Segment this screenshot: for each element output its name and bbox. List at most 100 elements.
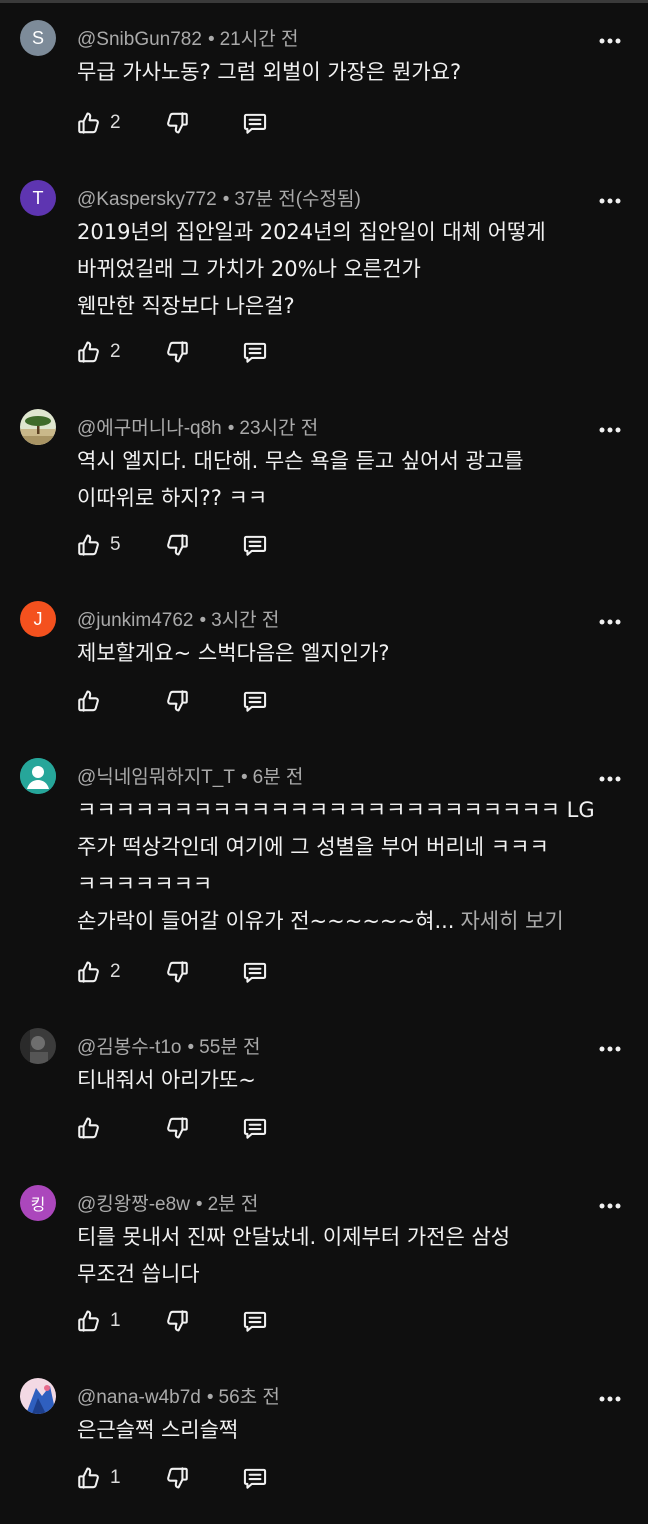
comment-actions: 1 [76, 1463, 336, 1493]
dislike-button[interactable] [164, 957, 190, 987]
reply-button[interactable] [242, 1463, 268, 1493]
thumb-down-icon [164, 1465, 190, 1491]
comment-actions: 2 [76, 337, 336, 367]
comment-author[interactable]: @닉네임뭐하지T_T [77, 767, 235, 788]
thumb-down-icon [164, 532, 190, 558]
avatar[interactable]: 킹 [20, 1185, 56, 1221]
avatar[interactable] [20, 1028, 56, 1064]
dislike-button[interactable] [164, 337, 190, 367]
like-button[interactable]: 2 [76, 337, 121, 367]
like-button[interactable] [76, 1113, 110, 1143]
dislike-button[interactable] [164, 108, 190, 138]
comment-actions: 2 [76, 957, 336, 987]
comment-meta: @김봉수-t1o • 55분 전 [77, 1032, 261, 1059]
comment-time[interactable]: 2분 전 [208, 1194, 259, 1215]
avatar-letter: S [31, 27, 44, 48]
reply-icon [242, 110, 268, 136]
comment-author[interactable]: @에구머니나-q8h [77, 418, 222, 439]
avatar[interactable] [20, 409, 56, 445]
comment-line: ㅋㅋㅋㅋㅋㅋㅋㅋㅋㅋㅋㅋㅋㅋㅋㅋㅋㅋㅋㅋㅋㅋㅋㅋㅋ LG [77, 798, 595, 822]
reply-icon [242, 1465, 268, 1491]
reply-button[interactable] [242, 1306, 268, 1336]
comment-line: 제보할게요~ 스벅다음은 엘지인가? [77, 641, 390, 665]
comment-author[interactable]: @nana-w4b7d [77, 1387, 201, 1408]
like-button[interactable]: 2 [76, 957, 121, 987]
avatar[interactable]: S [20, 20, 56, 56]
avatar[interactable]: J [20, 601, 56, 637]
comment-author[interactable]: @킹왕짱-e8w [77, 1194, 190, 1215]
more-vertical-icon[interactable] [596, 421, 624, 433]
avatar[interactable] [20, 758, 56, 794]
dislike-button[interactable] [164, 530, 190, 560]
like-button[interactable] [76, 686, 110, 716]
meta-separator: • [206, 1387, 214, 1408]
reply-button[interactable] [242, 686, 268, 716]
like-count: 1 [110, 1467, 121, 1488]
comment-author[interactable]: @junkim4762 [77, 610, 193, 631]
reply-button[interactable] [242, 957, 268, 987]
comment-line: 손가락이 들어갈 이유가 전~~~~~~혀... 자세히 보기 [77, 903, 607, 940]
comment-line: 무조건 씁니다 [77, 1262, 200, 1286]
meta-separator: • [187, 1037, 195, 1058]
thumb-up-icon [76, 1465, 102, 1491]
more-vertical-icon[interactable] [596, 1390, 624, 1402]
comment-text: 티내줘서 아리가또~ [77, 1062, 607, 1099]
comment-time[interactable]: 6분 전 [253, 767, 304, 788]
reply-button[interactable] [242, 1113, 268, 1143]
reply-icon [242, 1115, 268, 1141]
comment-actions [76, 686, 336, 716]
comment-text: 2019년의 집안일과 2024년의 집안일이 대체 어떻게 바뀌었길래 그 가… [77, 214, 607, 325]
like-button[interactable]: 5 [76, 530, 121, 560]
dislike-button[interactable] [164, 686, 190, 716]
thumb-down-icon [164, 110, 190, 136]
comment-author[interactable]: @김봉수-t1o [77, 1037, 181, 1058]
more-vertical-icon[interactable] [596, 32, 624, 44]
comment-time[interactable]: 23시간 전 [239, 418, 318, 439]
reply-button[interactable] [242, 530, 268, 560]
like-count: 5 [110, 534, 121, 555]
more-vertical-icon[interactable] [596, 1040, 624, 1052]
thumb-down-icon [164, 339, 190, 365]
comment-meta: @Kaspersky772 • 37분 전(수정됨) [77, 184, 361, 211]
comment-text: 역시 엘지다. 대단해. 무슨 욕을 듣고 싶어서 광고를 이따위로 하지?? … [77, 443, 607, 517]
comment-time[interactable]: 55분 전 [199, 1037, 260, 1058]
comment-author[interactable]: @Kaspersky772 [77, 189, 217, 210]
thumb-up-icon [76, 339, 102, 365]
comment-time[interactable]: 3시간 전 [211, 610, 279, 631]
comment-time[interactable]: 37분 전(수정됨) [234, 189, 360, 210]
comment-line: 티를 못내서 진짜 안달났네. 이제부터 가전은 삼성 [77, 1225, 511, 1249]
more-vertical-icon[interactable] [596, 613, 624, 625]
more-vertical-icon[interactable] [596, 1197, 624, 1209]
read-more-link[interactable]: 자세히 보기 [460, 909, 563, 933]
thumb-up-icon [76, 1308, 102, 1334]
dislike-button[interactable] [164, 1306, 190, 1336]
meta-separator: • [227, 418, 235, 439]
thumb-up-icon [76, 688, 102, 714]
more-vertical-icon[interactable] [596, 770, 624, 782]
thumb-up-icon [76, 532, 102, 558]
like-button[interactable]: 1 [76, 1306, 121, 1336]
reply-button[interactable] [242, 108, 268, 138]
avatar[interactable]: T [20, 180, 56, 216]
comment-time[interactable]: 56초 전 [219, 1387, 280, 1408]
like-button[interactable]: 2 [76, 108, 121, 138]
comment-line: 티내줘서 아리가또~ [77, 1068, 256, 1092]
dislike-button[interactable] [164, 1463, 190, 1493]
reply-button[interactable] [242, 337, 268, 367]
comment-time[interactable]: 21시간 전 [220, 29, 299, 50]
comment-last-line: 손가락이 들어갈 이유가 전~~~~~~혀... [77, 909, 455, 933]
thumb-down-icon [164, 959, 190, 985]
avatar[interactable] [20, 1378, 56, 1414]
comment-text: ㅋㅋㅋㅋㅋㅋㅋㅋㅋㅋㅋㅋㅋㅋㅋㅋㅋㅋㅋㅋㅋㅋㅋㅋㅋ LG 주가 떡상각인데 여기… [77, 792, 607, 940]
dislike-button[interactable] [164, 1113, 190, 1143]
thumb-down-icon [164, 1115, 190, 1141]
more-vertical-icon[interactable] [596, 192, 624, 204]
comment-author[interactable]: @SnibGun782 [77, 29, 202, 50]
comment-meta: @junkim4762 • 3시간 전 [77, 605, 279, 632]
like-button[interactable]: 1 [76, 1463, 121, 1493]
meta-separator: • [207, 29, 215, 50]
meta-separator: • [199, 610, 207, 631]
default-person-avatar [20, 758, 56, 794]
like-count: 1 [110, 1310, 121, 1331]
avatar-letter: T [32, 187, 44, 208]
